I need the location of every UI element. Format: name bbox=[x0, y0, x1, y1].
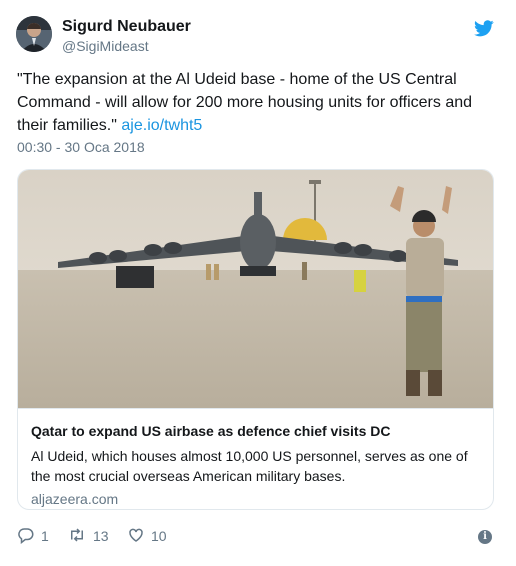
author-handle[interactable]: @SigiMideast bbox=[62, 38, 149, 54]
timestamp[interactable]: 00:30 - 30 Oca 2018 bbox=[17, 139, 145, 155]
tweet-text: "The expansion at the Al Udeid base - ho… bbox=[17, 68, 487, 137]
tweet-body: "The expansion at the Al Udeid base - ho… bbox=[17, 71, 473, 134]
reply-icon bbox=[17, 526, 35, 547]
like-count: 10 bbox=[151, 528, 167, 544]
retweet-icon bbox=[67, 526, 87, 547]
card-body[interactable]: Qatar to expand US airbase as defence ch… bbox=[18, 408, 493, 509]
embedded-tweet: Sigurd Neubauer @SigiMideast "The expans… bbox=[0, 0, 516, 566]
tweet-link[interactable]: aje.io/twht5 bbox=[121, 117, 202, 134]
card-description: Al Udeid, which houses almost 10,000 US … bbox=[31, 448, 468, 484]
card-title[interactable]: Qatar to expand US airbase as defence ch… bbox=[31, 423, 390, 439]
author-name[interactable]: Sigurd Neubauer bbox=[62, 18, 191, 36]
avatar[interactable] bbox=[16, 16, 52, 52]
info-icon[interactable]: i bbox=[478, 530, 492, 544]
heart-icon bbox=[127, 526, 145, 547]
retweet-count: 13 bbox=[93, 528, 109, 544]
link-card[interactable]: Qatar to expand US airbase as defence ch… bbox=[17, 169, 494, 510]
reply-count: 1 bbox=[41, 528, 49, 544]
card-domain: aljazeera.com bbox=[31, 491, 119, 507]
twitter-bird-icon[interactable] bbox=[474, 20, 494, 37]
like-button[interactable]: 10 bbox=[127, 526, 167, 546]
reply-button[interactable]: 1 bbox=[17, 526, 49, 546]
card-image[interactable] bbox=[18, 170, 493, 408]
retweet-button[interactable]: 13 bbox=[67, 526, 109, 546]
